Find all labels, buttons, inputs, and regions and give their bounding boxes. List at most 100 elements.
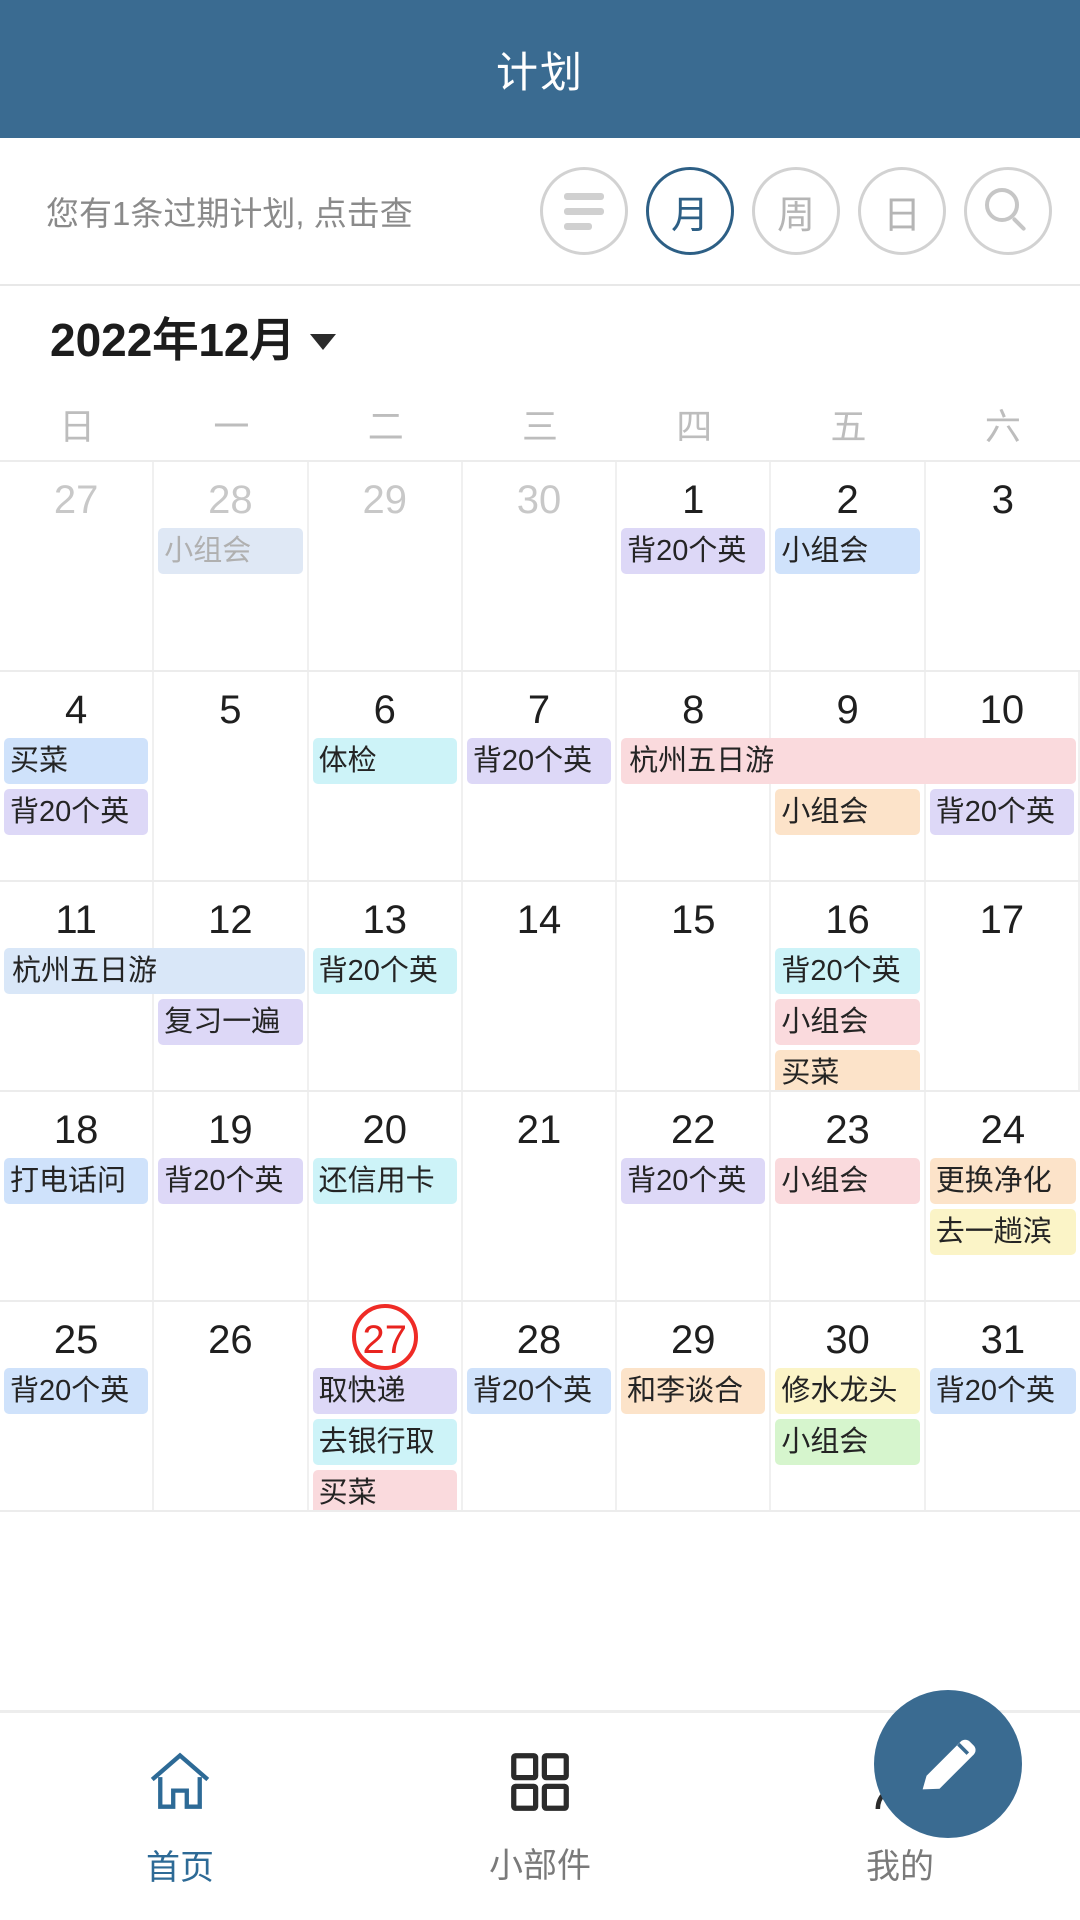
- event-chip[interactable]: 背20个英: [466, 1368, 612, 1414]
- day-cell-17[interactable]: 17: [926, 882, 1080, 1090]
- day-cell-13[interactable]: 13 背20个英: [309, 882, 463, 1090]
- day-cell-23[interactable]: 23 小组会: [771, 1092, 926, 1300]
- nav-item-label: 我的: [866, 1847, 934, 1886]
- multiday-event-chip[interactable]: 杭州五日游: [4, 948, 305, 994]
- day-cell-29[interactable]: 29 和李谈合: [617, 1302, 772, 1510]
- day-cell-30[interactable]: 30: [463, 462, 618, 670]
- calendar-week-row: 18 打电话问 19 背20个英 20 还信用卡 21 22 背20个英 23 小组会 24 更换净化去…: [0, 1092, 1080, 1302]
- weekday-label-1: 一: [213, 406, 250, 447]
- weekday-label-0: 日: [59, 406, 96, 447]
- event-chip[interactable]: 买菜: [312, 1470, 457, 1510]
- event-chip[interactable]: 背20个英: [621, 528, 766, 574]
- day-cell-26[interactable]: 26: [154, 1302, 309, 1510]
- event-chip[interactable]: 去银行取: [312, 1419, 457, 1465]
- day-cell-5[interactable]: 5: [154, 672, 309, 880]
- calendar-grid: 27 28 小组会 29 30 1 背20个英 2 小组会 3 4 买菜 背20个英 5 6 体检 7 背20个英…: [0, 460, 1080, 1512]
- day-cell-7[interactable]: 7 背20个英: [463, 672, 618, 880]
- day-cell-27[interactable]: 27: [0, 462, 155, 670]
- day-cell-3[interactable]: 3: [926, 462, 1080, 670]
- day-number: 20: [362, 1108, 407, 1152]
- day-cell-28[interactable]: 28 背20个英: [463, 1302, 618, 1510]
- home-icon: [143, 1745, 217, 1824]
- day-cell-22[interactable]: 22 背20个英: [617, 1092, 772, 1300]
- day-cell-18[interactable]: 18 打电话问: [0, 1092, 155, 1300]
- event-chip[interactable]: 还信用卡: [312, 1158, 457, 1204]
- search-icon: [985, 188, 1031, 234]
- day-number: 17: [979, 898, 1025, 942]
- event-chip[interactable]: 打电话问: [4, 1158, 149, 1204]
- list-view-button[interactable]: [540, 167, 628, 255]
- event-chip[interactable]: 背20个英: [929, 789, 1074, 835]
- event-chip[interactable]: 取快递: [312, 1368, 457, 1414]
- day-view-button[interactable]: 日: [858, 167, 946, 255]
- day-cell-1[interactable]: 1 背20个英: [617, 462, 772, 670]
- month-selector[interactable]: 2022年12月: [0, 286, 1080, 388]
- nav-item-label: 小部件: [489, 1846, 591, 1885]
- day-number: 25: [53, 1318, 99, 1362]
- day-cell-15[interactable]: 15: [617, 882, 772, 1090]
- event-chip[interactable]: 背20个英: [929, 1368, 1076, 1414]
- day-number: 22: [671, 1108, 716, 1152]
- day-events: 买菜背20个英: [0, 738, 152, 835]
- weekday-label-5: 五: [830, 406, 867, 447]
- event-chip[interactable]: 复习一遍: [158, 999, 303, 1045]
- day-cell-6[interactable]: 6 体检: [309, 672, 463, 880]
- day-number: 29: [362, 478, 407, 522]
- day-cell-16[interactable]: 16 背20个英小组会买菜: [771, 882, 926, 1090]
- day-cell-24[interactable]: 24 更换净化 去一趟滨: [926, 1092, 1080, 1300]
- event-chip[interactable]: 小组会: [775, 999, 920, 1045]
- nav-item-home[interactable]: 首页: [0, 1745, 360, 1889]
- event-chip[interactable]: 背20个英: [158, 1158, 303, 1204]
- day-number: 3: [991, 478, 1014, 522]
- overdue-notice-text[interactable]: 您有1条过期计划, 点击查: [46, 187, 413, 235]
- month-view-button[interactable]: 月: [646, 167, 734, 255]
- event-chip[interactable]: 背20个英: [621, 1158, 766, 1204]
- day-cell-14[interactable]: 14: [463, 882, 618, 1090]
- event-chip[interactable]: 修水龙头: [775, 1368, 920, 1414]
- event-chip[interactable]: 小组会: [775, 1158, 920, 1204]
- event-chip[interactable]: 小组会: [775, 528, 920, 574]
- day-events: 还信用卡: [309, 1158, 461, 1204]
- event-chip[interactable]: 小组会: [158, 528, 303, 574]
- day-cell-27[interactable]: 27 取快递 去银行取 买菜: [309, 1302, 463, 1510]
- event-chip[interactable]: 体检: [312, 738, 457, 784]
- day-number: 14: [516, 898, 562, 942]
- event-chip[interactable]: 背20个英: [775, 948, 920, 994]
- multiday-event-chip[interactable]: 杭州五日游: [621, 738, 1076, 784]
- week-view-button[interactable]: 周: [752, 167, 840, 255]
- day-events: 打电话问: [0, 1158, 152, 1204]
- event-chip[interactable]: 背20个英: [466, 738, 612, 784]
- day-number: 15: [671, 898, 716, 942]
- nav-item-widgets[interactable]: 小部件: [360, 1747, 720, 1887]
- day-cell-30[interactable]: 30 修水龙头 小组会: [771, 1302, 926, 1510]
- day-number: 16: [825, 898, 870, 942]
- event-chip[interactable]: 和李谈合: [621, 1368, 766, 1414]
- day-cell-28[interactable]: 28 小组会: [154, 462, 309, 670]
- day-number: 7: [527, 688, 551, 732]
- day-events: 背20个英小组会买菜: [771, 948, 923, 1090]
- event-chip[interactable]: 小组会: [775, 789, 920, 835]
- day-view-label: 日: [882, 194, 921, 237]
- event-chip[interactable]: 更换净化: [929, 1158, 1076, 1204]
- day-cell-4[interactable]: 4 买菜 背20个英: [0, 672, 155, 880]
- day-events: 背20个英: [617, 1158, 769, 1204]
- event-chip[interactable]: 背20个英: [4, 789, 149, 835]
- event-chip[interactable]: 去一趟滨: [929, 1209, 1076, 1255]
- event-chip[interactable]: 背20个英: [4, 1368, 149, 1414]
- day-cell-31[interactable]: 31 背20个英: [926, 1302, 1080, 1510]
- search-button[interactable]: [964, 167, 1052, 255]
- compose-button[interactable]: [874, 1690, 1022, 1838]
- app-title-bar: 计划: [0, 0, 1080, 138]
- day-cell-25[interactable]: 25 背20个英: [0, 1302, 155, 1510]
- event-chip[interactable]: 买菜: [775, 1050, 920, 1090]
- day-cell-29[interactable]: 29: [309, 462, 463, 670]
- event-chip[interactable]: 小组会: [775, 1419, 920, 1465]
- day-cell-2[interactable]: 2 小组会: [771, 462, 926, 670]
- day-cell-20[interactable]: 20 还信用卡: [309, 1092, 463, 1300]
- weekday-label-3: 三: [521, 406, 558, 447]
- event-chip[interactable]: 背20个英: [312, 948, 457, 994]
- event-chip[interactable]: 买菜: [4, 738, 149, 784]
- day-cell-19[interactable]: 19 背20个英: [154, 1092, 309, 1300]
- day-number: 19: [208, 1108, 253, 1152]
- day-cell-21[interactable]: 21: [463, 1092, 618, 1300]
